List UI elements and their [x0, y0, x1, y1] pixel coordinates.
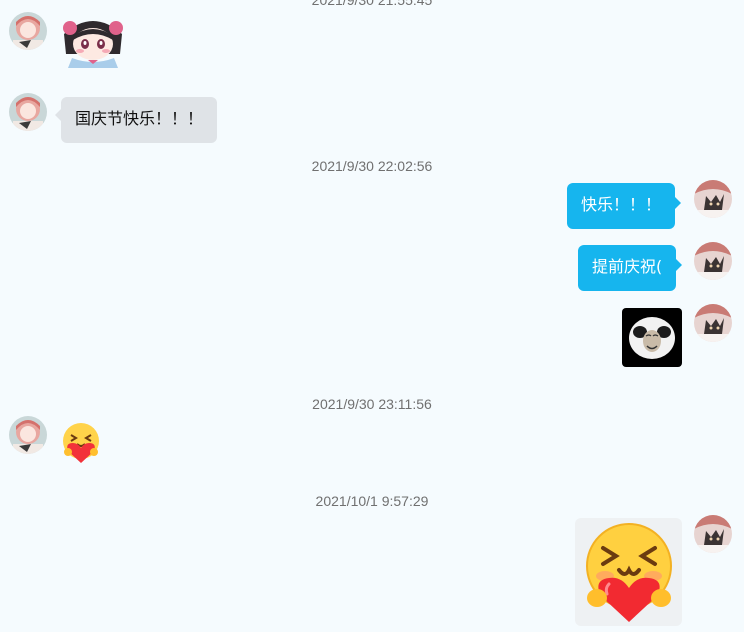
- message-timestamp: 2021/9/30 23:11:56: [312, 396, 432, 412]
- heart-hug-emoji[interactable]: [575, 518, 682, 626]
- heart-hug-emoji-image: [575, 518, 682, 626]
- chat-message-list[interactable]: 2021/9/30 21:55:45 国庆节快乐！！！ 2021/9/30 22…: [0, 0, 744, 632]
- user-avatar[interactable]: [694, 242, 732, 280]
- contact-avatar-image: [9, 12, 47, 50]
- panda-meme-sticker[interactable]: [622, 308, 682, 367]
- user-avatar[interactable]: [694, 180, 732, 218]
- user-avatar[interactable]: [694, 304, 732, 342]
- contact-avatar[interactable]: [9, 416, 47, 454]
- heart-hug-emoji-image: [63, 423, 99, 463]
- contact-avatar[interactable]: [9, 93, 47, 131]
- outgoing-message-bubble[interactable]: 提前庆祝(: [578, 245, 683, 291]
- incoming-message-bubble[interactable]: 国庆节快乐！！！: [54, 97, 218, 143]
- heart-hug-emoji[interactable]: [59, 421, 103, 465]
- contact-avatar-image: [9, 416, 47, 454]
- message-timestamp: 2021/9/30 21:55:45: [311, 0, 433, 8]
- user-avatar-image: [694, 180, 732, 218]
- anime-girl-sticker-image: [58, 14, 128, 68]
- user-avatar-image: [694, 242, 732, 280]
- message-timestamp: 2021/10/1 9:57:29: [315, 493, 429, 509]
- anime-girl-sticker[interactable]: [58, 14, 128, 68]
- contact-avatar[interactable]: [9, 12, 47, 50]
- contact-avatar-image: [9, 93, 47, 131]
- user-avatar-image: [694, 515, 732, 553]
- user-avatar-image: [694, 304, 732, 342]
- user-avatar[interactable]: [694, 515, 732, 553]
- panda-meme-sticker-image: [622, 308, 682, 367]
- outgoing-message-bubble[interactable]: 快乐！！！: [567, 183, 682, 229]
- message-timestamp: 2021/9/30 22:02:56: [311, 158, 433, 174]
